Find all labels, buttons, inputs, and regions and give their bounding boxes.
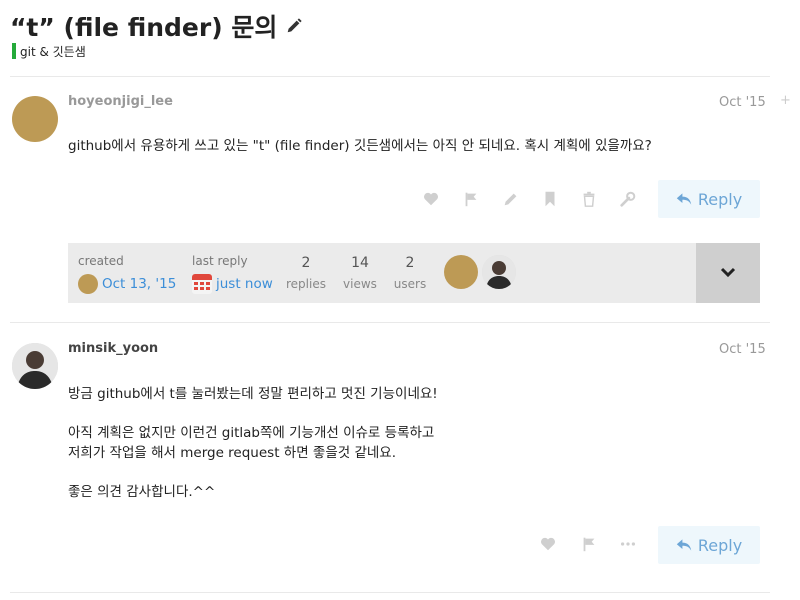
users-label: users	[393, 277, 427, 291]
reply-button[interactable]: Reply	[658, 526, 760, 564]
heart-icon[interactable]	[422, 190, 440, 208]
last-reply-time[interactable]: just now	[216, 276, 273, 292]
post-username[interactable]: minsik_yoon	[68, 341, 158, 356]
post-body-paragraph: 좋은 의견 감사합니다.^^	[68, 484, 216, 500]
participant-avatar[interactable]	[444, 255, 478, 289]
topic-title: “t” (file finder) 문의	[10, 8, 303, 44]
creator-avatar[interactable]	[78, 274, 98, 294]
post-body-paragraph: 방금 github에서 t를 눌러봤는데 정말 편리하고 멋진 기능이네요!	[68, 386, 438, 402]
topic-page: “t” (file finder) 문의 git & 깃든샘 hoyeonjig…	[0, 0, 800, 600]
avatar[interactable]	[12, 343, 58, 389]
category-name: git & 깃든샘	[20, 44, 86, 59]
flag-icon[interactable]	[462, 190, 480, 208]
more-icon[interactable]	[619, 535, 637, 553]
post-body-paragraph: github에서 유용하게 쓰고 있는 "t" (file finder) 깃든…	[68, 138, 652, 154]
reply-arrow-icon	[676, 539, 692, 551]
edit-pencil-icon[interactable]	[285, 17, 303, 35]
views-count: 14	[351, 255, 369, 271]
post-date[interactable]: Oct '15	[719, 342, 766, 357]
created-date[interactable]: Oct 13, '15	[102, 276, 176, 292]
replies-count: 2	[301, 255, 311, 271]
post-username[interactable]: hoyeonjigi_lee	[68, 94, 173, 109]
person-photo-icon	[482, 255, 516, 289]
post-divider	[10, 322, 770, 323]
category-color-swatch	[12, 43, 16, 59]
heart-icon[interactable]	[539, 535, 557, 553]
post-body-line: 아직 계획은 없지만 이런건 gitlab쪽에 기능개선 이슈로 등록하고	[68, 425, 435, 441]
post-divider	[10, 592, 770, 593]
wrench-icon[interactable]	[619, 190, 637, 208]
flag-icon[interactable]	[580, 535, 598, 553]
trash-icon[interactable]	[580, 190, 598, 208]
last-reply-label: last reply	[192, 254, 248, 268]
reply-arrow-icon	[676, 193, 692, 205]
reply-button-label: Reply	[697, 189, 743, 209]
views-label: views	[343, 277, 377, 291]
category-badge[interactable]: git & 깃든샘	[12, 43, 86, 59]
participant-avatar[interactable]	[482, 255, 516, 289]
calendar-icon	[192, 274, 212, 290]
replies-label: replies	[286, 277, 326, 291]
avatar[interactable]	[12, 96, 58, 142]
post-body-line: 저희가 작업을 해서 merge request 하면 좋을것 같네요.	[68, 445, 397, 461]
reply-button[interactable]: Reply	[658, 180, 760, 218]
title-divider	[10, 76, 770, 77]
pencil-icon[interactable]	[502, 190, 520, 208]
side-expand-marker[interactable]: +	[780, 93, 791, 108]
reply-button-label: Reply	[697, 535, 743, 555]
created-label: created	[78, 254, 124, 268]
chevron-down-icon	[720, 267, 736, 278]
person-photo-icon	[12, 343, 58, 389]
topic-map: created Oct 13, '15 last reply just now …	[68, 243, 760, 303]
post-date[interactable]: Oct '15	[719, 95, 766, 110]
expand-topic-map-button[interactable]	[696, 243, 760, 303]
bookmark-icon[interactable]	[541, 190, 559, 208]
users-count: 2	[405, 255, 415, 271]
topic-title-text: “t” (file finder) 문의	[10, 13, 278, 42]
last-replier-avatar[interactable]	[192, 274, 212, 294]
